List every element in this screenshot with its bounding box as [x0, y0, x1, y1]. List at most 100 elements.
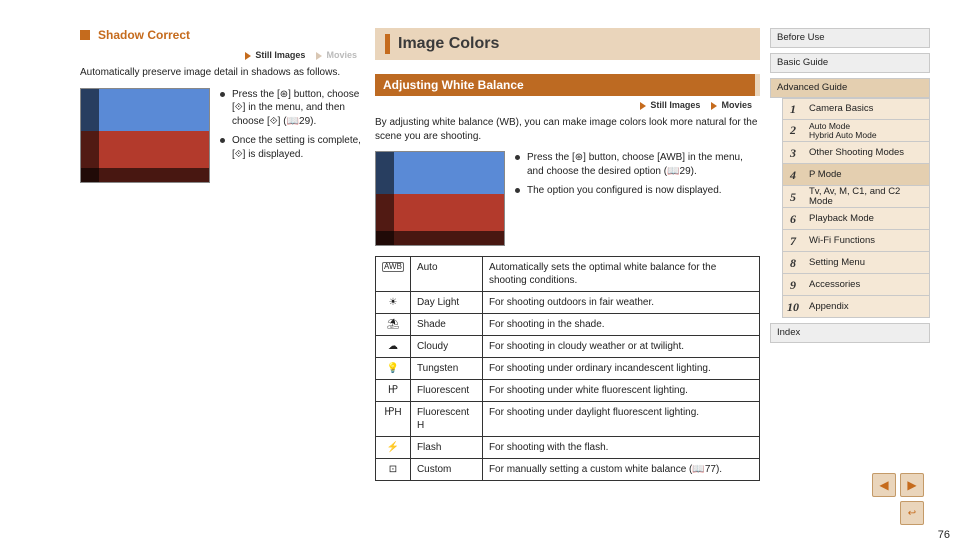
nav-chapter-2[interactable]: 2 Auto ModeHybrid Auto Mode [782, 120, 930, 142]
chapter-number: 2 [783, 120, 803, 141]
tag-movies: Movies [326, 50, 357, 60]
next-page-button[interactable]: ▶ [900, 473, 924, 497]
nav-chapter-7[interactable]: 7Wi-Fi Functions [782, 230, 930, 252]
camera-preview-thumb [375, 151, 505, 246]
wb-desc: For shooting under daylight fluorescent … [482, 402, 759, 437]
prev-page-button[interactable]: ◀ [872, 473, 896, 497]
wb-name: Cloudy [410, 336, 482, 358]
wb-name: Day Light [410, 292, 482, 314]
wb-icon: AWB [376, 257, 411, 292]
wb-icon: ☀ [376, 292, 411, 314]
instruction-bullet: Press the [⊛] button, choose [AWB] in th… [515, 151, 760, 178]
wb-desc: For manually setting a custom white bala… [482, 459, 759, 481]
chapter-number: 9 [783, 274, 803, 295]
chevron-left-icon: ◀ [879, 478, 888, 492]
nav-chapter-3[interactable]: 3 Other Shooting Modes [782, 142, 930, 164]
chapter-label: Camera Basics [809, 104, 873, 114]
wb-name: Auto [410, 257, 482, 292]
table-row: ㏋FluorescentFor shooting under white flu… [376, 380, 760, 402]
wb-desc: For shooting under ordinary incandescent… [482, 358, 759, 380]
nav-basic-guide[interactable]: Basic Guide [770, 53, 930, 73]
nav-chapter-5[interactable]: 5 Tv, Av, M, C1, and C2 Mode [782, 186, 930, 208]
shadow-correct-heading: Shadow Correct [80, 28, 365, 42]
chapter-number: 6 [783, 208, 803, 229]
chapter-label: Playback Mode [809, 214, 874, 224]
wb-desc: For shooting under white fluorescent lig… [482, 380, 759, 402]
title-bar-icon [385, 34, 390, 54]
section-title: Shadow Correct [98, 28, 190, 42]
guide-nav: Before Use Basic Guide Advanced Guide [770, 28, 930, 98]
nav-chapter-10[interactable]: 10 Appendix [782, 296, 930, 318]
wb-icon: ☁ [376, 336, 411, 358]
triangle-icon [640, 102, 646, 110]
wb-icon: ㏋ [376, 380, 411, 402]
chapter-label: Wi-Fi Functions [809, 236, 875, 246]
nav-chapter-9[interactable]: 9 Accessories [782, 274, 930, 296]
table-row: ☀Day LightFor shooting outdoors in fair … [376, 292, 760, 314]
nav-chapter-4[interactable]: 4 P Mode [782, 164, 930, 186]
white-balance-table: AWBAutoAutomatically sets the optimal wh… [375, 256, 760, 481]
subsection-heading: Adjusting White Balance [375, 74, 760, 96]
tag-movies: Movies [721, 100, 752, 110]
table-row: ㏋HFluorescent HFor shooting under daylig… [376, 402, 760, 437]
table-row: ⊡CustomFor manually setting a custom whi… [376, 459, 760, 481]
wb-desc: For shooting outdoors in fair weather. [482, 292, 759, 314]
wb-desc: For shooting with the flash. [482, 437, 759, 459]
instruction-bullet: Press the [⊛] button, choose [⟐] in the … [220, 88, 365, 129]
media-tags: Still Images Movies [80, 50, 365, 60]
heading-marker-icon [80, 30, 90, 40]
wb-desc: Automatically sets the optimal white bal… [482, 257, 759, 292]
media-tags: Still Images Movies [375, 100, 760, 110]
page-title-banner: Image Colors [375, 28, 760, 60]
chapter-label: Auto ModeHybrid Auto Mode [809, 122, 877, 140]
triangle-icon [711, 102, 717, 110]
chapter-number: 4 [783, 164, 803, 185]
nav-index[interactable]: Index [770, 323, 930, 343]
nav-advanced-guide[interactable]: Advanced Guide [770, 78, 930, 98]
wb-icon: ⊡ [376, 459, 411, 481]
wb-desc: For shooting in the shade. [482, 314, 759, 336]
instruction-bullet: The option you configured is now display… [515, 184, 760, 198]
nav-chapter-1[interactable]: 1 Camera Basics [782, 98, 930, 120]
return-icon: ↩ [908, 508, 916, 519]
nav-chapter-8[interactable]: 8 Setting Menu [782, 252, 930, 274]
wb-name: Shade [410, 314, 482, 336]
triangle-icon [245, 52, 251, 60]
wb-icon: ㏋H [376, 402, 411, 437]
wb-icon: ⛱ [376, 314, 411, 336]
chapter-label: Appendix [809, 302, 849, 312]
tag-still: Still Images [650, 100, 700, 110]
table-row: 💡TungstenFor shooting under ordinary inc… [376, 358, 760, 380]
wb-name: Custom [410, 459, 482, 481]
intro-text: By adjusting white balance (WB), you can… [375, 116, 760, 143]
chapter-label: Other Shooting Modes [809, 148, 904, 158]
chapter-label: Accessories [809, 280, 860, 290]
chapter-label: P Mode [809, 170, 842, 180]
chapter-number: 8 [783, 252, 803, 273]
chapter-number: 1 [783, 99, 803, 119]
triangle-icon [316, 52, 322, 60]
table-row: ☁CloudyFor shooting in cloudy weather or… [376, 336, 760, 358]
table-row: ⚡FlashFor shooting with the flash. [376, 437, 760, 459]
chapter-label: Setting Menu [809, 258, 865, 268]
nav-chapter-6[interactable]: 6 Playback Mode [782, 208, 930, 230]
wb-icon: 💡 [376, 358, 411, 380]
table-row: AWBAutoAutomatically sets the optimal wh… [376, 257, 760, 292]
page-number: 76 [938, 529, 950, 541]
intro-text: Automatically preserve image detail in s… [80, 66, 365, 80]
chapter-number: 5 [783, 186, 803, 207]
return-button[interactable]: ↩ [900, 501, 924, 525]
chapter-number: 3 [783, 142, 803, 163]
instruction-bullet: Once the setting is complete, [⟐] is dis… [220, 134, 365, 161]
chevron-right-icon: ▶ [907, 478, 916, 492]
nav-before-use[interactable]: Before Use [770, 28, 930, 48]
camera-preview-thumb [80, 88, 210, 183]
wb-name: Tungsten [410, 358, 482, 380]
wb-name: Flash [410, 437, 482, 459]
wb-name: Fluorescent [410, 380, 482, 402]
page-title: Image Colors [398, 35, 499, 53]
chapter-number: 10 [783, 296, 803, 317]
wb-desc: For shooting in cloudy weather or at twi… [482, 336, 759, 358]
wb-icon: ⚡ [376, 437, 411, 459]
chapter-label: Tv, Av, M, C1, and C2 Mode [809, 187, 923, 206]
